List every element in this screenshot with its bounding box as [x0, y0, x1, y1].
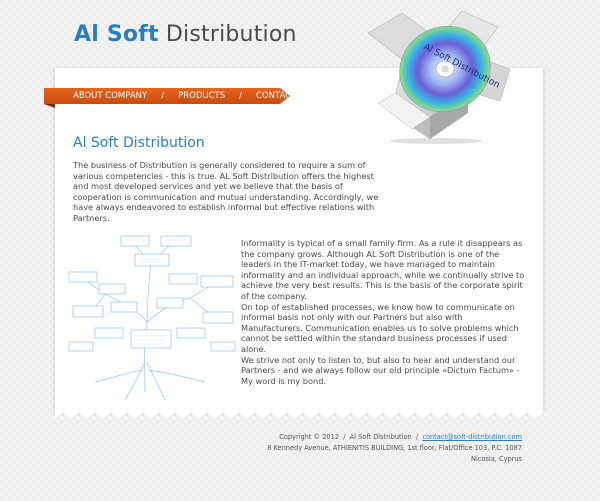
footer-company: Al Soft Distribution: [349, 433, 412, 441]
torn-paper-edge: [55, 408, 543, 418]
body-paragraph: Informality is typical of a small family…: [241, 238, 525, 301]
nav-item-contacts[interactable]: CONTACTS: [256, 91, 302, 101]
nav-separator: /: [161, 91, 165, 101]
nav-ribbon-fold: [44, 104, 55, 108]
page-title: Al Soft Distribution: [73, 135, 205, 151]
main-nav: ABOUT COMPANY / PRODUCTS / CONTACTS: [73, 90, 302, 102]
site-footer: Copyright © 2012 / Al Soft Distribution …: [267, 432, 522, 465]
footer-copyright: Copyright © 2012: [279, 433, 340, 441]
nav-item-about-company[interactable]: ABOUT COMPANY: [73, 91, 147, 101]
network-tree-illustration: [68, 235, 236, 400]
logo-brand: Al Soft: [74, 22, 159, 47]
footer-email-link[interactable]: contact@soft-distribution.com: [422, 433, 522, 441]
body-paragraph: We strive not only to listen to, but als…: [241, 354, 520, 386]
intro-paragraph: The business of Distribution is generall…: [73, 160, 379, 223]
footer-line-copyright: Copyright © 2012 / Al Soft Distribution …: [267, 432, 522, 443]
footer-address: 8 Kennedy Avenue, ATHIENITIS BUILDING, 1…: [267, 444, 522, 452]
body-paragraph: On top of established processes, we know…: [241, 301, 519, 354]
software-box-illustration: Al Soft Distribution: [367, 10, 511, 144]
site-logo[interactable]: Al Soft Distribution: [74, 22, 297, 47]
intro-text: The business of Distribution is generall…: [73, 160, 385, 224]
footer-separator: /: [343, 433, 346, 441]
nav-item-products[interactable]: PRODUCTS: [178, 91, 225, 101]
footer-city: Nicosia, Cyprus: [471, 455, 522, 463]
logo-suffix: Distribution: [165, 22, 297, 47]
body-text: Informality is typical of a small family…: [241, 238, 526, 386]
footer-separator: /: [415, 433, 419, 441]
nav-separator: /: [239, 91, 242, 101]
